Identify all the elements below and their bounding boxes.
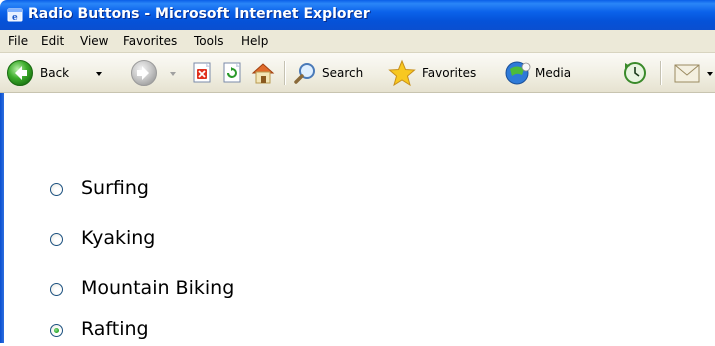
radio-checked-dot	[54, 328, 59, 333]
media-button[interactable]: Media	[502, 56, 582, 90]
radio-label: Mountain Biking	[81, 277, 235, 299]
menu-edit[interactable]: Edit	[41, 34, 64, 48]
radio-button[interactable]	[50, 283, 63, 296]
stop-icon[interactable]	[192, 62, 214, 84]
search-icon	[294, 63, 315, 84]
favorites-button[interactable]: Favorites	[385, 56, 500, 90]
back-label: Back	[40, 66, 70, 80]
toolbar-separator	[284, 61, 286, 85]
menu-favorites[interactable]: Favorites	[123, 34, 177, 48]
radio-button[interactable]	[50, 233, 63, 246]
radio-button[interactable]	[50, 183, 63, 196]
refresh-icon[interactable]	[222, 62, 244, 84]
menu-bar: File Edit View Favorites Tools Help	[0, 30, 715, 53]
forward-arrow-icon[interactable]	[130, 59, 158, 87]
menu-view[interactable]: View	[80, 34, 108, 48]
title-bar[interactable]: e Radio Buttons - Microsoft Internet Exp…	[0, 0, 715, 30]
page-content	[0, 93, 715, 343]
search-button[interactable]: Search	[291, 56, 383, 90]
radio-label: Kyaking	[81, 227, 156, 249]
window-title: Radio Buttons - Microsoft Internet Explo…	[28, 6, 370, 22]
menu-tools[interactable]: Tools	[194, 34, 224, 48]
mail-dropdown-arrow-icon[interactable]	[707, 72, 713, 76]
media-icon	[505, 61, 531, 85]
menu-help[interactable]: Help	[241, 34, 268, 48]
back-arrow-icon	[7, 60, 33, 86]
menu-file[interactable]: File	[8, 34, 28, 48]
back-dropdown-arrow-icon[interactable]	[96, 72, 102, 76]
favorites-label: Favorites	[422, 66, 477, 80]
toolbar: Back Search Favorites Media	[0, 53, 715, 93]
history-icon[interactable]	[621, 60, 649, 86]
ie-icon: e	[7, 8, 23, 23]
svg-text:e: e	[12, 13, 18, 23]
radio-label: Rafting	[81, 318, 149, 340]
forward-dropdown-arrow-icon[interactable]	[170, 72, 176, 76]
toolbar-separator-2	[660, 61, 662, 85]
back-button[interactable]: Back	[4, 56, 112, 90]
media-label: Media	[535, 66, 572, 80]
search-label: Search	[322, 66, 364, 80]
radio-label: Surfing	[81, 177, 149, 199]
mail-icon[interactable]	[673, 61, 703, 85]
radio-button-checked[interactable]	[50, 324, 63, 337]
window-left-border	[0, 93, 4, 343]
favorites-star-icon	[388, 59, 416, 87]
home-icon[interactable]	[250, 60, 276, 86]
